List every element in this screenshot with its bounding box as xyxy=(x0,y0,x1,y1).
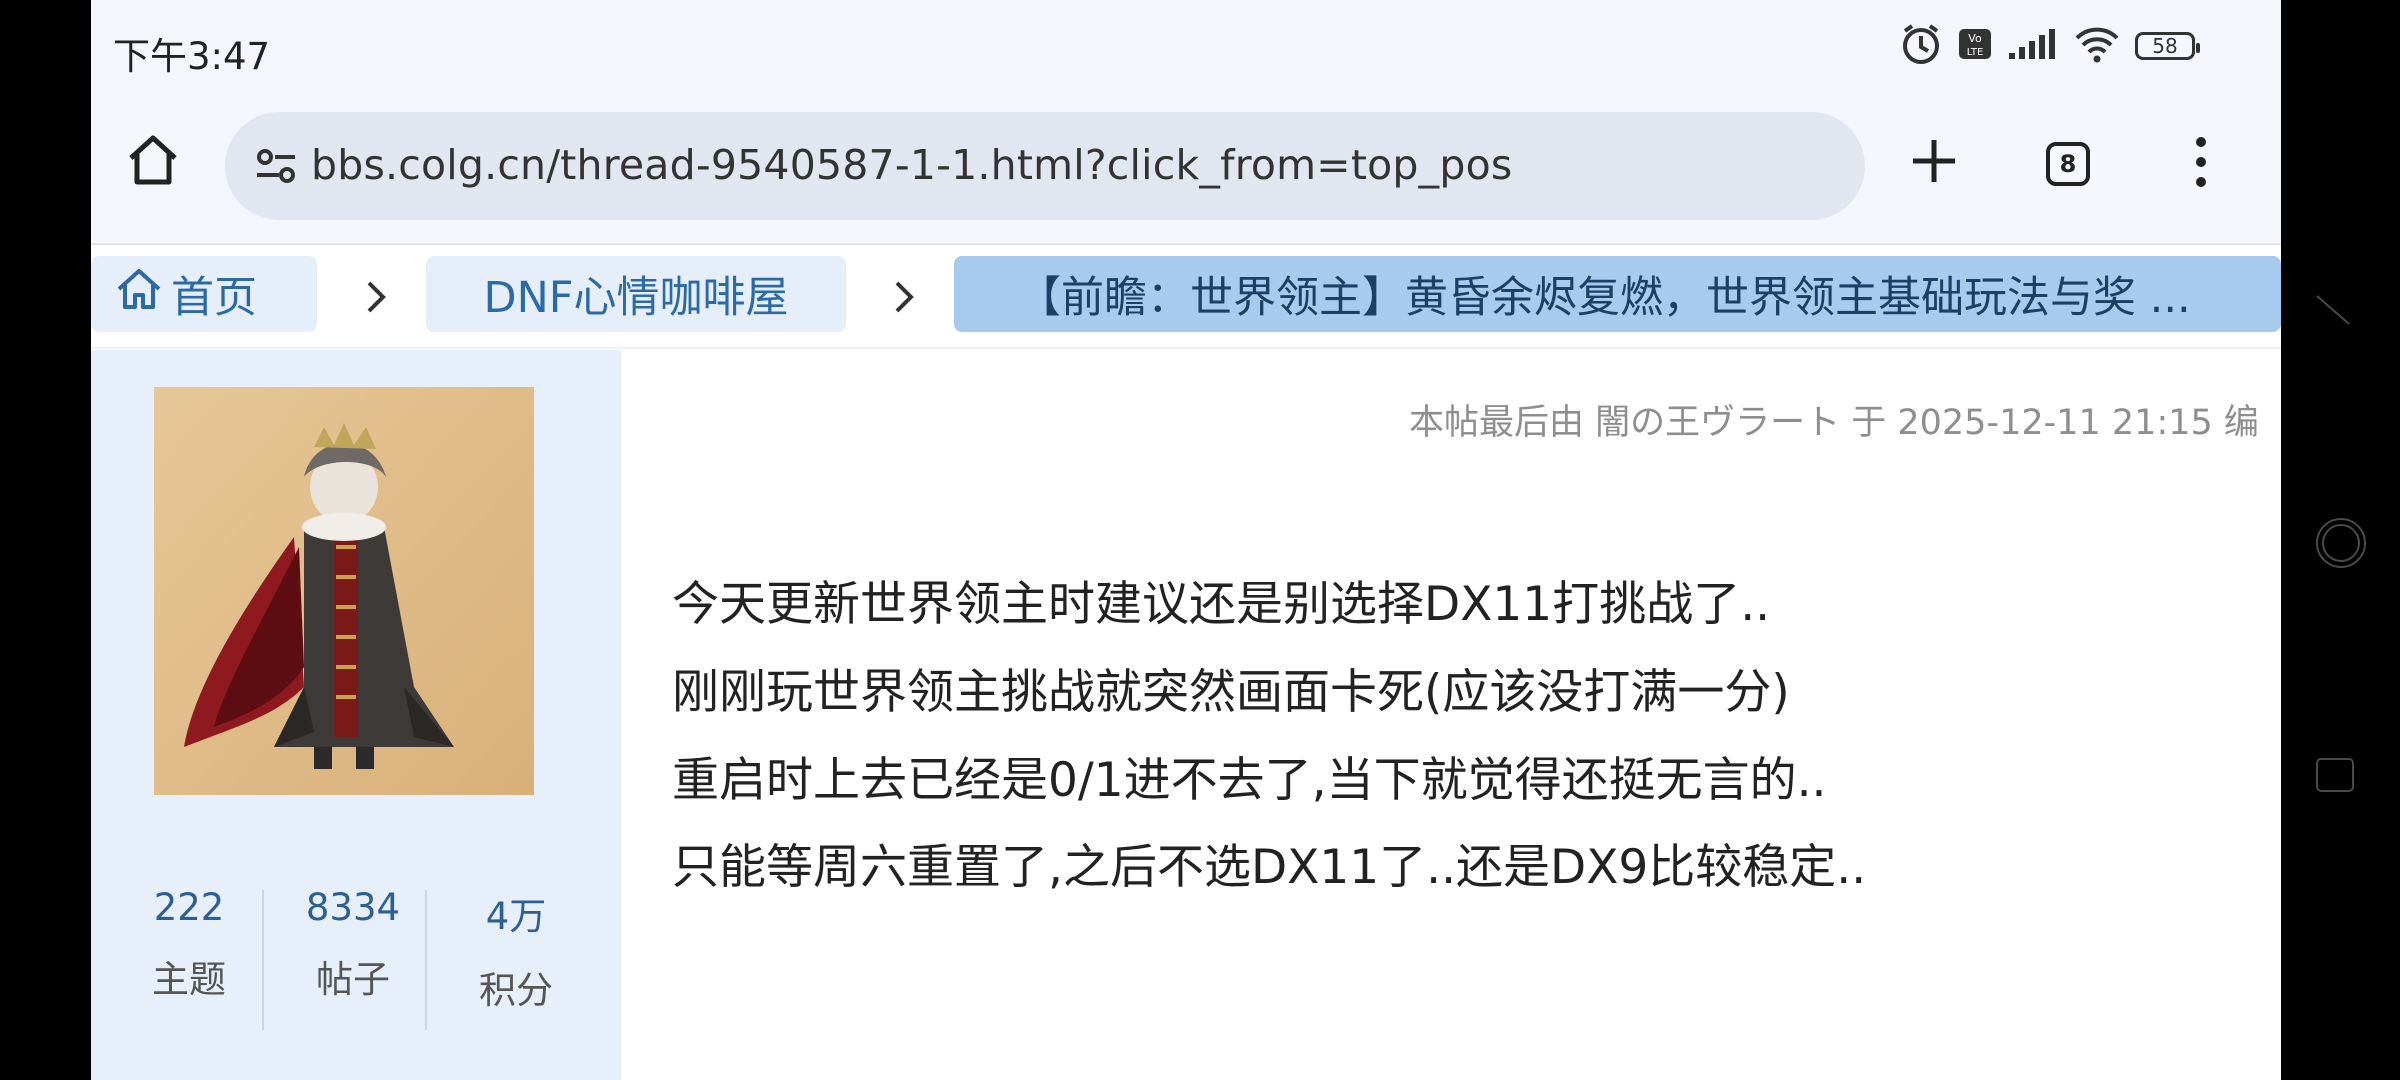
stat-points[interactable]: 4万 积分 xyxy=(434,870,598,1012)
stat-points-value: 4万 xyxy=(485,895,547,938)
gesture-circle-icon xyxy=(2313,515,2369,575)
breadcrumb: 首页 DNF心情咖啡屋 【前瞻：世界领主】黄昏余烬复燃，世界领主基础玩法与奖 .… xyxy=(91,243,2281,349)
post-line: 今天更新世界领主时建议还是别选择DX11打挑战了.. xyxy=(672,577,1771,632)
stat-posts[interactable]: 8334 帖子 xyxy=(271,870,435,1010)
author-stats: 222 主题 8334 帖子 4万 积分 xyxy=(91,870,621,1040)
gesture-square-icon xyxy=(2313,755,2357,799)
home-icon xyxy=(125,132,181,192)
stat-points-label: 积分 xyxy=(479,969,553,1012)
post-line: 只能等周六重置了,之后不选DX11了..还是DX9比较稳定.. xyxy=(672,840,1867,895)
gesture-line-icon xyxy=(2313,290,2353,334)
alarm-icon xyxy=(1899,22,1943,70)
battery-icon: 58 xyxy=(2135,32,2200,60)
post-line: 重启时上去已经是0/1进不去了,当下就觉得还挺无言的.. xyxy=(672,753,1827,808)
breadcrumb-forum[interactable]: DNF心情咖啡屋 xyxy=(426,256,846,332)
address-bar[interactable]: bbs.colg.cn/thread-9540587-1-1.html?clic… xyxy=(225,112,1865,220)
plus-icon xyxy=(1909,136,1959,190)
home-outline-icon xyxy=(115,265,163,324)
stat-topics-value: 222 xyxy=(153,886,225,929)
post-line: 刚刚玩世界领主挑战就突然画面卡死(应该没打满一分) xyxy=(672,665,1790,720)
url-text: bbs.colg.cn/thread-9540587-1-1.html?clic… xyxy=(311,141,1513,189)
tab-count: 8 xyxy=(2059,150,2077,178)
stat-posts-label: 帖子 xyxy=(316,958,390,1001)
stat-topics[interactable]: 222 主题 xyxy=(107,870,271,1010)
volte-icon: Vo LTE xyxy=(1957,26,1993,66)
battery-level: 58 xyxy=(2152,34,2178,58)
stat-posts-value: 8334 xyxy=(305,886,401,929)
breadcrumb-home[interactable]: 首页 xyxy=(91,256,317,332)
chevron-right-icon xyxy=(884,277,924,317)
overflow-menu-button[interactable] xyxy=(2181,132,2221,196)
status-icons: Vo LTE 58 xyxy=(1899,22,2200,70)
chevron-right-icon xyxy=(356,277,396,317)
wifi-icon xyxy=(2073,24,2121,68)
post-content: 本帖最后由 闇の王ヴラート 于 2025-12-11 21:15 编 今天更新世… xyxy=(621,350,2281,1080)
home-button[interactable] xyxy=(121,130,185,194)
status-bar: 下午3:47 Vo LTE 58 xyxy=(91,0,2281,92)
author-sidebar: 222 主题 8334 帖子 4万 积分 ... xyxy=(91,350,621,1080)
more-vert-icon xyxy=(2194,136,2208,192)
new-tab-button[interactable] xyxy=(1901,130,1967,196)
edit-note: 本帖最后由 闇の王ヴラート 于 2025-12-11 21:15 编 xyxy=(1409,403,2259,443)
stat-divider xyxy=(425,890,427,1030)
signal-icon xyxy=(2007,27,2059,65)
browser-toolbar: bbs.colg.cn/thread-9540587-1-1.html?clic… xyxy=(91,92,2281,242)
status-time: 下午3:47 xyxy=(113,35,271,78)
stat-divider xyxy=(262,890,264,1030)
breadcrumb-thread[interactable]: 【前瞻：世界领主】黄昏余烬复燃，世界领主基础玩法与奖 ... xyxy=(954,256,2281,332)
svg-text:Vo: Vo xyxy=(1968,32,1982,45)
breadcrumb-home-label: 首页 xyxy=(171,273,257,323)
tab-switcher-button[interactable]: 8 xyxy=(2046,142,2090,186)
site-settings-icon[interactable] xyxy=(255,146,297,192)
svg-text:LTE: LTE xyxy=(1967,47,1984,58)
sidebar-more-text: ... xyxy=(139,1062,174,1080)
phone-screen: 下午3:47 Vo LTE 58 bbs.colg.cn/thread-9540… xyxy=(91,0,2281,1080)
avatar[interactable] xyxy=(154,387,534,795)
stat-topics-label: 主题 xyxy=(152,958,226,1001)
